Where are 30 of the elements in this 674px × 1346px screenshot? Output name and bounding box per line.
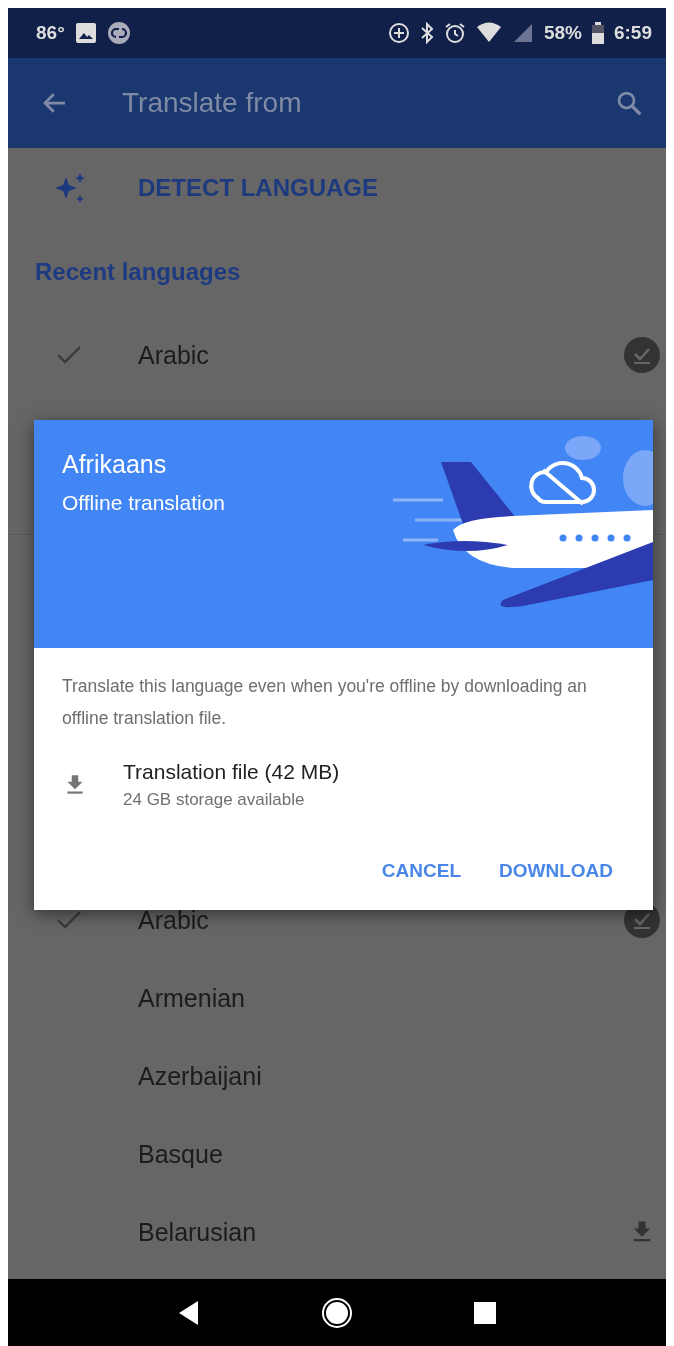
add-circle-icon [387,22,410,44]
language-item[interactable]: Azerbaijani [8,1037,666,1115]
section-header: Recent languages [34,257,242,287]
battery-percent: 58% [543,22,582,44]
bluetooth-icon [419,22,434,44]
storage-available: 24 GB storage available [123,790,306,810]
battery-icon [591,22,604,44]
home-icon[interactable] [321,1296,353,1329]
wifi-icon [475,22,502,44]
dialog-subtitle: Offline translation [62,491,227,515]
back-icon[interactable] [178,1299,201,1326]
download-button[interactable]: DOWNLOAD [487,850,625,892]
screen-title: Translate from [122,87,303,119]
dialog-title: Afrikaans [62,450,168,479]
file-name: Translation file (42 MB) [123,760,340,784]
language-item[interactable]: Arabic [8,316,666,394]
check-icon [56,345,82,365]
cancel-button[interactable]: CANCEL [369,850,473,892]
language-item[interactable]: Basque [8,1115,666,1193]
temperature: 86° [36,22,65,44]
dialog-message: Translate this language even when you're offline by downloading an offline translation file. [62,675,588,730]
check-icon [56,910,82,930]
language-item[interactable]: Armenian [8,959,666,1037]
alarm-icon [443,22,466,44]
recents-icon[interactable] [473,1301,496,1324]
detect-language-button[interactable]: DETECT LANGUAGE [8,148,666,228]
clock-time: 6:59 [613,22,652,44]
image-icon [74,22,97,44]
language-item[interactable]: Belarusian [8,1193,666,1271]
swirl-icon [106,21,131,45]
